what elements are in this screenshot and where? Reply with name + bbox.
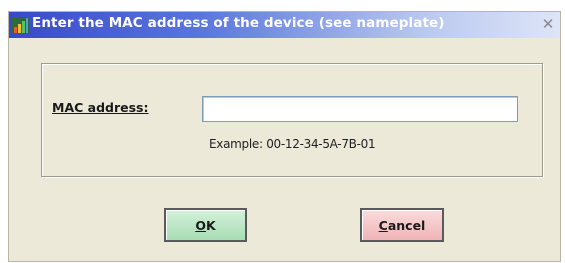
ok-label-rest: K	[205, 218, 216, 233]
close-icon: ✕	[541, 15, 555, 33]
ok-mnemonic: O	[195, 218, 206, 233]
cancel-label-rest: ancel	[387, 218, 426, 233]
mac-address-dialog: Enter the MAC address of the device (see…	[8, 11, 561, 262]
cancel-button[interactable]: Cancel	[360, 208, 444, 242]
title-bar[interactable]: Enter the MAC address of the device (see…	[9, 12, 560, 38]
cancel-mnemonic: C	[378, 218, 388, 233]
mac-address-input[interactable]	[202, 96, 518, 122]
mac-example-text: Example: 00-12-34-5A-7B-01	[209, 137, 376, 151]
ok-button[interactable]: OK	[164, 208, 247, 242]
close-button[interactable]: ✕	[539, 16, 557, 33]
window-title: Enter the MAC address of the device (see…	[32, 15, 445, 31]
bar-chart-icon	[12, 17, 29, 34]
mac-address-label: MAC address:	[52, 100, 149, 115]
